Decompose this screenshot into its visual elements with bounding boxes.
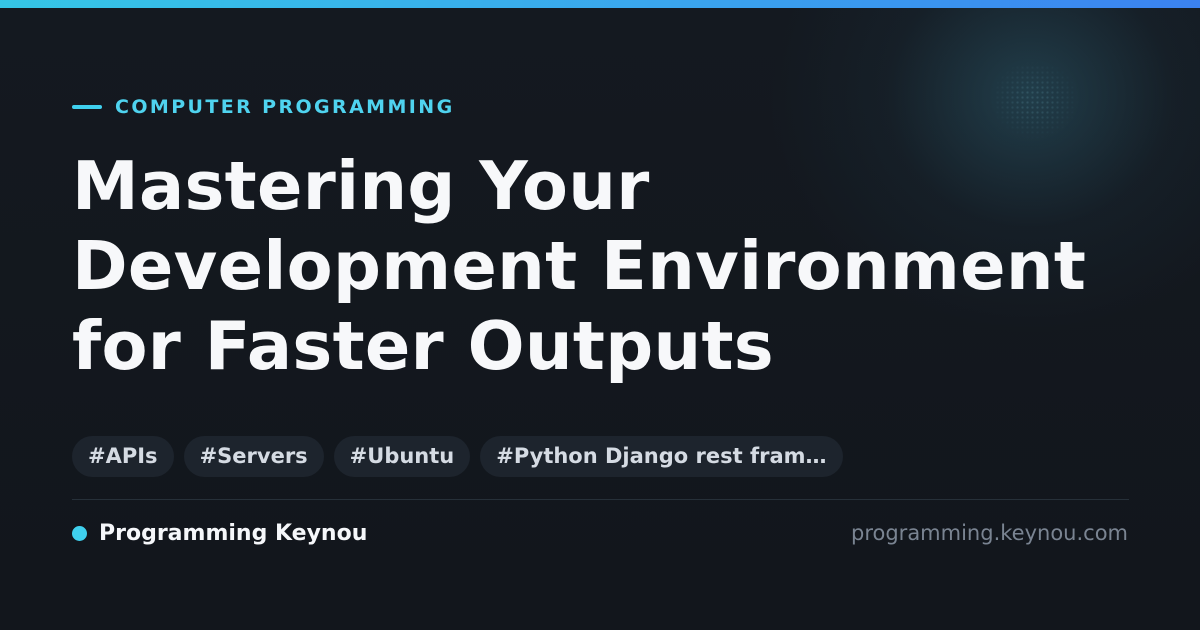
accent-top-bar [0,0,1200,8]
decorative-dot-pattern [990,60,1080,140]
title-line: Mastering Your [72,147,650,225]
tag-python-django: #Python Django rest fram… [480,436,843,477]
site-url: programming.keynou.com [851,521,1128,545]
tag-servers: #Servers [183,436,324,477]
title-line: Development Environment [72,227,1087,305]
tag-ubuntu: #Ubuntu [333,436,471,477]
category-eyebrow: COMPUTER PROGRAMMING [72,95,455,119]
share-card: COMPUTER PROGRAMMING Mastering Your Deve… [0,0,1200,630]
footer-divider [72,499,1129,500]
category-label: COMPUTER PROGRAMMING [115,96,455,118]
article-title: Mastering Your Development Environment f… [72,146,1152,386]
brand-dot-icon [72,525,87,541]
tag-apis: #APIs [72,436,174,477]
brand: Programming Keynou [72,518,367,548]
dash-icon [72,105,102,109]
brand-name: Programming Keynou [99,520,368,546]
tag-list: #APIs #Servers #Ubuntu #Python Django re… [72,436,843,477]
title-line: for Faster Outputs [72,307,774,385]
